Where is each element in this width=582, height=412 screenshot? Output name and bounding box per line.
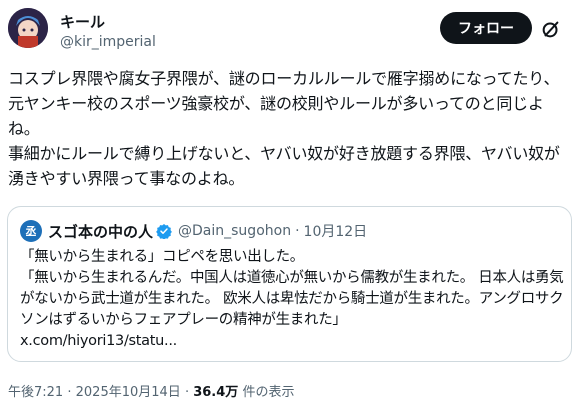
quote-handle: @Dain_sugohon	[178, 223, 292, 239]
tweet-date[interactable]: 2025年10月14日	[76, 385, 181, 400]
meta-separator-2: ·	[184, 385, 190, 400]
tweet-time[interactable]: 午後7:21	[8, 385, 63, 400]
author-display-name[interactable]: キール	[60, 12, 156, 32]
quote-text: 「無いから生まれる」コピペを思い出した。 「無いから生まれるんだ。中国人は道徳心…	[20, 249, 564, 328]
verified-badge-icon	[156, 224, 172, 239]
view-count-label: 件の表示	[242, 385, 295, 400]
quote-date: 10月12日	[303, 224, 368, 240]
follow-button[interactable]: フォロー	[440, 12, 532, 44]
quote-link[interactable]: x.com/hiyori13/statu...	[20, 333, 177, 349]
author-handle[interactable]: @kir_imperial	[60, 32, 156, 52]
grok-icon[interactable]	[540, 18, 562, 40]
tweet-text: コスプレ界隈や腐女子界隈が、謎のローカルルールで雁字搦めになってたり、元ヤンキー…	[8, 69, 560, 188]
quote-header: 丞 スゴ本の中の人 @Dain_sugohon · 10月12日	[20, 220, 367, 242]
quote-separator: ·	[295, 223, 300, 239]
meta-separator: ·	[67, 385, 72, 400]
tweet-header: キール @kir_imperial フォロー	[8, 8, 574, 64]
quote-body: 「無いから生まれる」コピペを思い出した。 「無いから生まれるんだ。中国人は道徳心…	[20, 247, 565, 352]
quoted-tweet[interactable]: 丞 スゴ本の中の人 @Dain_sugohon · 10月12日 「無いから生ま…	[7, 206, 572, 362]
view-count: 36.4万	[193, 385, 239, 400]
tweet-meta: 午後7:21 · 2025年10月14日 · 36.4万 件の表示	[8, 381, 294, 400]
author-avatar[interactable]	[8, 8, 48, 48]
quote-avatar: 丞	[20, 220, 42, 242]
quote-display-name: スゴ本の中の人	[48, 222, 154, 241]
